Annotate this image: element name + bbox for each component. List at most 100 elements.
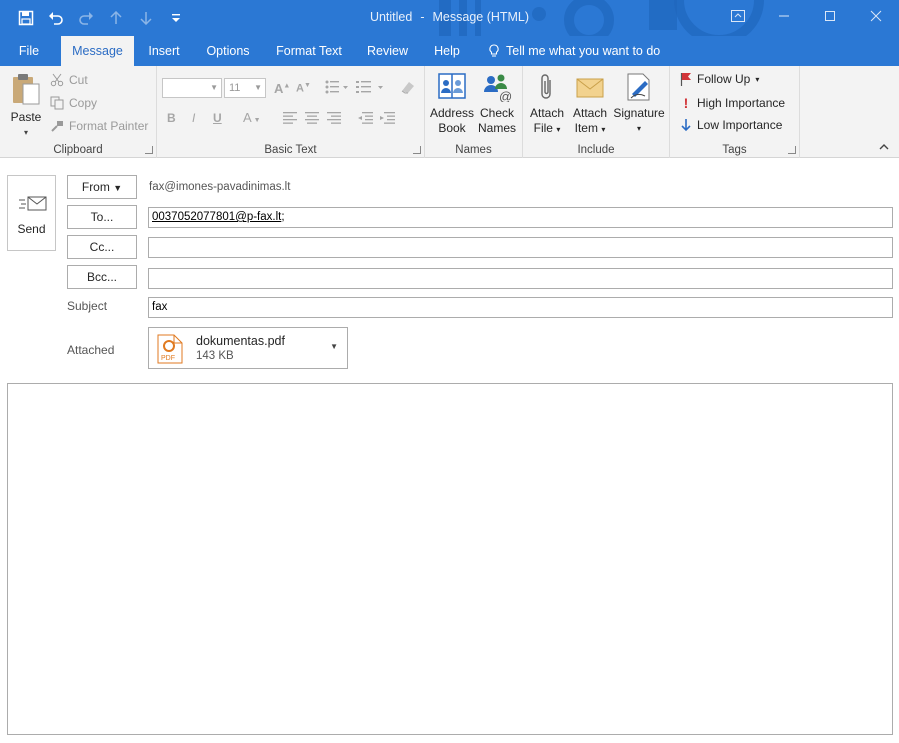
high-importance-button[interactable]: ! High Importance [680, 95, 785, 111]
tab-help[interactable]: Help [427, 36, 467, 66]
basic-text-group-label: Basic Text [264, 144, 317, 156]
paste-label: Paste [10, 110, 42, 124]
attach-item-button[interactable]: Attach Item ▾ [569, 72, 611, 137]
bcc-button[interactable]: Bcc... [67, 265, 137, 289]
tab-format-text[interactable]: Format Text [270, 36, 348, 66]
dialog-launcher-icon[interactable] [413, 146, 421, 154]
flag-icon [680, 73, 691, 86]
maximize-icon[interactable] [807, 0, 853, 32]
group-include: Attach File ▾ Attach Item ▾ Signature ▾ … [523, 66, 670, 158]
minimize-icon[interactable] [761, 0, 807, 32]
low-importance-button[interactable]: Low Importance [680, 118, 782, 132]
ribbon-tabs: File Message Insert Options Format Text … [0, 36, 899, 66]
attachment-name: dokumentas.pdf [196, 334, 285, 348]
attachment-item[interactable]: PDF dokumentas.pdf 143 KB ▼ [148, 327, 348, 369]
italic-icon[interactable]: I [192, 111, 195, 125]
align-center-icon[interactable] [305, 112, 319, 124]
cc-button[interactable]: Cc... [67, 235, 137, 259]
chevron-down-icon[interactable]: ▼ [330, 342, 338, 351]
format-painter-button[interactable]: Format Painter [50, 119, 148, 133]
cut-label: Cut [69, 73, 88, 87]
grow-font-icon[interactable]: A▲ [274, 81, 290, 96]
font-size-combo[interactable]: 11 ▼ [224, 78, 266, 98]
send-button[interactable]: Send [7, 175, 56, 251]
to-separator: ; [281, 211, 285, 223]
window-controls [715, 0, 899, 32]
send-icon [19, 196, 47, 211]
bcc-field[interactable] [148, 268, 893, 289]
chevron-down-icon: ▼ [113, 183, 123, 193]
font-name-combo[interactable]: ▼ [162, 78, 222, 98]
check-names-button[interactable]: @ Check Names [475, 72, 519, 136]
address-book-button[interactable]: Address Book [429, 72, 475, 136]
group-basic-text: ▼ 11 ▼ A▲ A▼ B I U A ▼ Basic Text [157, 66, 425, 158]
signature-icon [627, 73, 650, 101]
tell-me-label: Tell me what you want to do [506, 44, 661, 58]
signature-label: Signature [613, 106, 665, 120]
to-button[interactable]: To... [67, 205, 137, 229]
paperclip-icon [541, 74, 551, 99]
tab-review[interactable]: Review [360, 36, 415, 66]
paste-button[interactable]: Paste ▾ [6, 72, 46, 140]
bullets-icon[interactable] [325, 80, 349, 94]
title-separator: - [420, 10, 425, 24]
attach-item-label-1: Attach [572, 106, 608, 120]
address-book-icon [438, 73, 466, 99]
down-arrow-icon [681, 119, 691, 132]
bold-icon[interactable]: B [167, 111, 176, 125]
align-left-icon[interactable] [283, 112, 297, 124]
group-clipboard: Paste ▾ Cut Copy Format Painter Clipboar… [0, 66, 157, 158]
envelope-icon [576, 78, 604, 98]
document-name: Untitled [369, 10, 413, 24]
follow-up-button[interactable]: Follow Up ▾ [680, 72, 759, 86]
from-label: From [81, 180, 110, 194]
copy-button[interactable]: Copy [50, 96, 97, 110]
attach-file-label-2: File ▾ [533, 121, 561, 135]
cut-button[interactable]: Cut [50, 73, 88, 87]
check-names-icon: @ [484, 74, 512, 104]
cc-field[interactable] [148, 237, 893, 258]
font-color-icon[interactable]: A ▼ [243, 110, 261, 125]
signature-button[interactable]: Signature ▾ [612, 72, 666, 136]
clear-formatting-icon[interactable] [399, 78, 417, 96]
ribbon: Paste ▾ Cut Copy Format Painter Clipboar… [0, 66, 899, 158]
tell-me-search[interactable]: Tell me what you want to do [488, 36, 660, 66]
attach-item-label-2: Item ▾ [574, 121, 606, 135]
check-names-label-2: Names [477, 121, 516, 135]
copy-icon [50, 96, 64, 110]
lightbulb-icon [489, 44, 499, 57]
group-tags: Follow Up ▾ ! High Importance Low Importa… [670, 66, 800, 158]
subject-field[interactable]: fax [148, 297, 893, 318]
align-right-icon[interactable] [327, 112, 341, 124]
collapse-ribbon-icon[interactable] [879, 142, 889, 153]
from-button[interactable]: From ▼ [67, 175, 137, 199]
group-names: Address Book @ Check Names Names [425, 66, 523, 158]
message-body[interactable] [7, 383, 893, 735]
close-icon[interactable] [853, 0, 899, 32]
svg-text:@: @ [499, 89, 512, 102]
dialog-launcher-icon[interactable] [788, 146, 796, 154]
send-label: Send [17, 222, 46, 236]
decrease-indent-icon[interactable] [357, 112, 373, 124]
check-names-label-1: Check [479, 106, 514, 120]
tab-options[interactable]: Options [198, 36, 258, 66]
tab-file[interactable]: File [8, 36, 50, 66]
shrink-font-icon[interactable]: A▼ [296, 82, 311, 95]
dialog-launcher-icon[interactable] [145, 146, 153, 154]
svg-text:PDF: PDF [161, 355, 175, 362]
tab-insert[interactable]: Insert [142, 36, 186, 66]
exclamation-icon: ! [683, 95, 689, 111]
increase-indent-icon[interactable] [379, 112, 395, 124]
subject-label: Subject [67, 299, 108, 313]
names-group-label: Names [455, 144, 492, 156]
attach-file-button[interactable]: Attach File ▾ [527, 72, 567, 137]
to-field[interactable]: 0037052077801@p-fax.lt; [148, 207, 893, 228]
numbering-icon[interactable] [356, 80, 386, 94]
underline-icon[interactable]: U [213, 111, 222, 125]
pdf-file-icon: PDF [157, 334, 183, 364]
tags-group-label: Tags [722, 144, 747, 156]
ribbon-display-options-icon[interactable] [715, 0, 761, 32]
low-importance-label: Low Importance [697, 118, 783, 132]
to-recipient[interactable]: 0037052077801@p-fax.lt [152, 211, 281, 223]
tab-message[interactable]: Message [61, 36, 134, 66]
